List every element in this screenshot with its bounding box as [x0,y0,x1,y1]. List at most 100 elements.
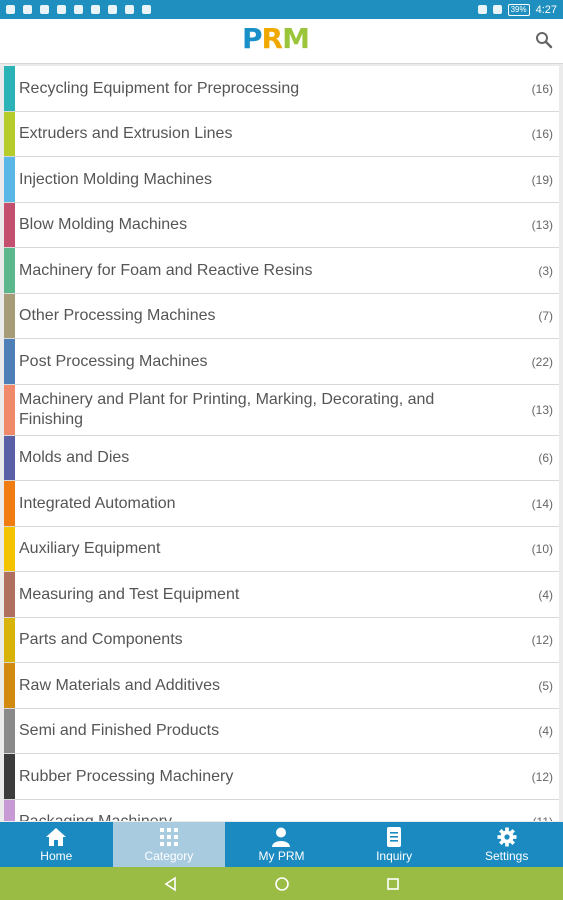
category-list[interactable]: Recycling Equipment for Preprocessing (16… [4,66,559,821]
chat-icon [142,5,151,14]
category-row[interactable]: Extruders and Extrusion Lines (16) [4,112,559,157]
category-label: Injection Molding Machines [19,170,212,188]
storage-icon [23,5,32,14]
back-icon[interactable] [163,876,179,892]
category-count: (19) [531,172,553,187]
nav-home[interactable]: Home [0,822,113,867]
category-label: Post Processing Machines [19,352,208,370]
bottom-navigation: Home Category My PRM Inquiry Settings [0,822,563,867]
category-label: Auxiliary Equipment [19,540,161,557]
category-color-bar [4,754,15,799]
category-label: Recycling Equipment for Preprocessing [19,79,300,97]
category-row[interactable]: Blow Molding Machines (13) [4,203,559,248]
category-color-bar [4,294,15,338]
category-label: Packaging Machinery [19,812,489,821]
nav-settings[interactable]: Settings [450,822,563,867]
category-count: (4) [538,724,553,738]
category-color-bar [4,800,15,821]
category-color-bar [4,572,15,617]
category-label: Extruders and Extrusion Lines [19,125,233,142]
category-count: (13) [531,403,553,417]
category-count: (22) [531,354,553,369]
category-color-bar [4,436,15,480]
nav-inquiry-label: Inquiry [376,848,413,863]
category-row[interactable]: Molds and Dies (6) [4,436,559,481]
app-bar: PRM [0,19,563,64]
mail-icon [91,5,100,14]
battery-indicator: 39% [507,3,530,16]
search-icon[interactable] [535,31,553,49]
gear-icon [497,827,517,846]
category-label: Other Processing Machines [19,307,216,324]
category-count: (7) [538,309,553,323]
category-count: (12) [531,633,553,647]
category-row[interactable]: Packaging Machinery (11) [4,800,559,821]
nav-settings-label: Settings [484,848,529,863]
wifi-icon [492,5,502,14]
nav-category[interactable]: Category [112,822,226,867]
category-color-bar [4,66,15,111]
category-color-bar [4,527,15,571]
category-count: (6) [538,451,553,465]
category-color-bar [4,663,15,708]
category-color-bar [4,339,15,384]
category-count: (12) [531,769,553,784]
system-navigation-bar [0,867,563,900]
category-color-bar [4,112,15,156]
category-color-bar [4,385,15,435]
app-notification-icon [40,5,49,14]
category-color-bar [4,157,15,202]
recents-icon[interactable] [385,876,401,892]
document-icon [387,826,402,847]
category-color-bar [4,618,15,662]
category-count: (14) [531,496,553,511]
category-count: (11) [533,815,553,821]
category-count: (10) [531,542,553,556]
nav-inquiry[interactable]: Inquiry [338,822,451,867]
category-row[interactable]: Recycling Equipment for Preprocessing (16… [4,66,559,112]
category-row[interactable]: Rubber Processing Machinery (12) [4,754,559,800]
home-circle-icon[interactable] [274,876,290,892]
category-label: Blow Molding Machines [19,216,188,233]
category-count: (16) [531,81,553,96]
location-icon [125,5,134,14]
category-label: Parts and Components [19,631,183,648]
category-color-bar [4,203,15,247]
category-label: Measuring and Test Equipment [19,585,240,603]
category-label: Machinery and Plant for Printing, Markin… [19,391,435,428]
category-row[interactable]: Semi and Finished Products (4) [4,709,559,754]
category-color-bar [4,709,15,753]
category-count: (4) [538,587,553,602]
category-row[interactable]: Raw Materials and Additives (5) [4,663,559,709]
status-bar: 39% 4:27 [0,0,563,19]
category-count: (3) [538,263,553,278]
category-row[interactable]: Other Processing Machines (7) [4,294,559,339]
nav-my-prm[interactable]: My PRM [225,822,338,867]
category-row[interactable]: Injection Molding Machines (19) [4,157,559,203]
category-color-bar [4,481,15,526]
category-row[interactable]: Auxiliary Equipment (10) [4,527,559,572]
category-count: (5) [538,678,553,693]
category-label: Molds and Dies [19,449,130,466]
category-row[interactable]: Parts and Components (12) [4,618,559,663]
category-row[interactable]: Machinery and Plant for Printing, Markin… [4,385,559,436]
category-row[interactable]: Measuring and Test Equipment (4) [4,572,559,618]
category-label: Machinery for Foam and Reactive Resins [19,261,313,279]
notification-icons [6,5,151,14]
nav-home-label: Home [40,848,73,863]
category-label: Integrated Automation [19,494,176,512]
clock: 4:27 [535,3,557,16]
prm-logo[interactable]: PRM [242,25,310,53]
category-row[interactable]: Machinery for Foam and Reactive Resins (3… [4,248,559,294]
category-row[interactable]: Post Processing Machines (22) [4,339,559,385]
category-label: Raw Materials and Additives [19,676,220,694]
category-grid-icon [159,827,178,846]
nav-my-prm-label: My PRM [258,848,305,863]
music-icon [57,5,66,14]
usb-icon [6,5,15,14]
category-row[interactable]: Integrated Automation (14) [4,481,559,527]
category-color-bar [4,248,15,293]
user-icon [272,827,291,847]
do-not-disturb-icon [477,5,487,14]
category-label: Rubber Processing Machinery [19,767,234,785]
